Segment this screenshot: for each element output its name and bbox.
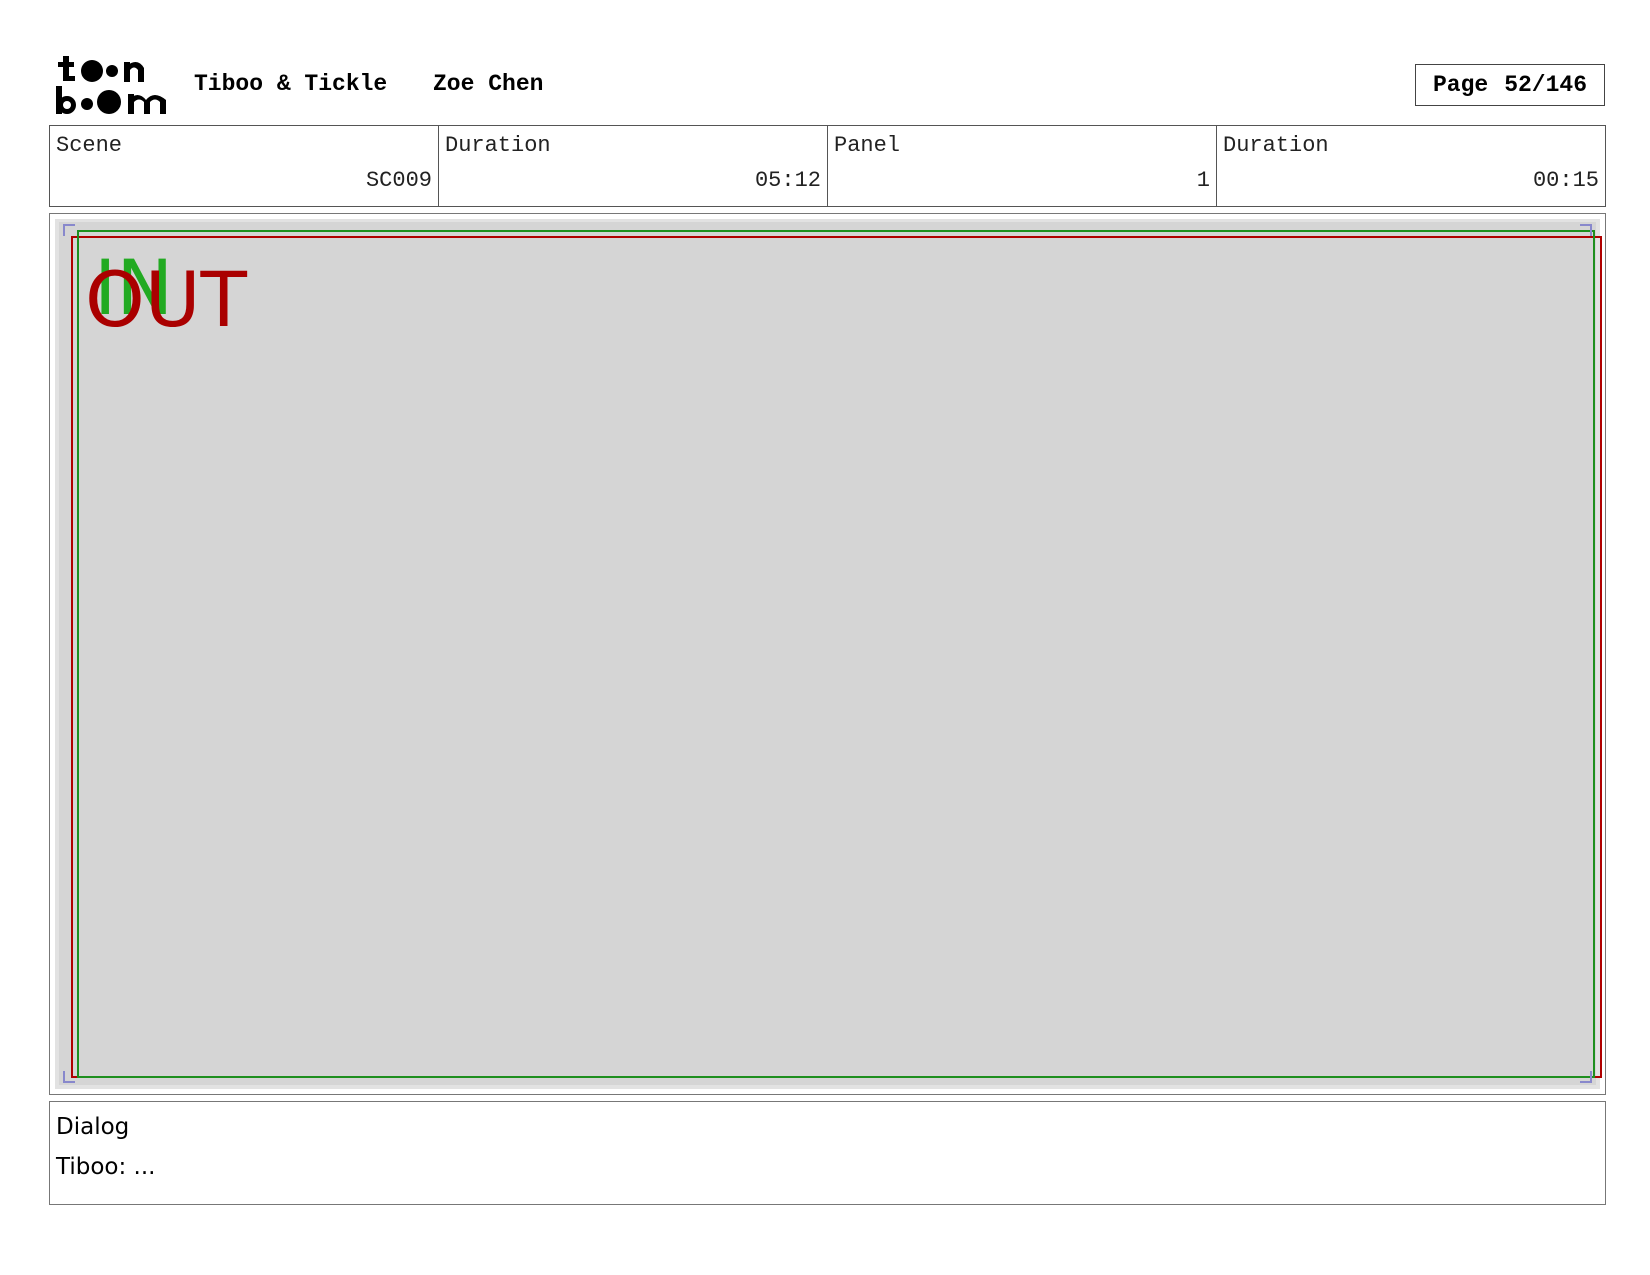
scene-value: SC009 (365, 168, 432, 193)
panel-duration-label: Duration (1223, 133, 1329, 158)
panel-cell: Panel 1 (828, 126, 1217, 206)
page-indicator: Page 52/146 (1415, 64, 1605, 106)
author-name: Zoe Chen (433, 71, 544, 97)
panel-duration-cell: Duration 00:15 (1217, 126, 1605, 206)
dialog-label: Dialog (56, 1114, 130, 1140)
toon-boom-logo (56, 56, 166, 114)
camera-area: IN OUT (59, 222, 1602, 1085)
scene-duration-label: Duration (445, 133, 551, 158)
storyboard-panel: IN OUT (49, 213, 1606, 1095)
panel-duration-value: 00:15 (1532, 168, 1599, 193)
page-label: Page (1432, 72, 1489, 98)
dialog-text: Tiboo: ... (56, 1154, 156, 1180)
panel-canvas: IN OUT (55, 219, 1602, 1089)
scene-label: Scene (56, 133, 123, 158)
scene-duration-value: 05:12 (754, 168, 821, 193)
scene-cell: Scene SC009 (50, 126, 439, 206)
scene-info-table: Scene SC009 Duration 05:12 Panel 1 Durat… (49, 125, 1606, 207)
page-number: 52/146 (1504, 72, 1588, 98)
corner-marker-bottom-right (1580, 1071, 1592, 1083)
panel-value: 1 (1196, 168, 1210, 193)
panel-label: Panel (834, 133, 901, 158)
camera-in-frame (77, 230, 1595, 1078)
scene-duration-cell: Duration 05:12 (439, 126, 828, 206)
camera-out-label: OUT (85, 255, 247, 344)
project-title: Tiboo & Tickle (194, 71, 388, 97)
corner-marker-bottom-left (63, 1071, 75, 1083)
corner-marker-top-left (63, 224, 75, 236)
corner-marker-top-right (1580, 224, 1592, 236)
dialog-box: Dialog Tiboo: ... (49, 1101, 1606, 1205)
